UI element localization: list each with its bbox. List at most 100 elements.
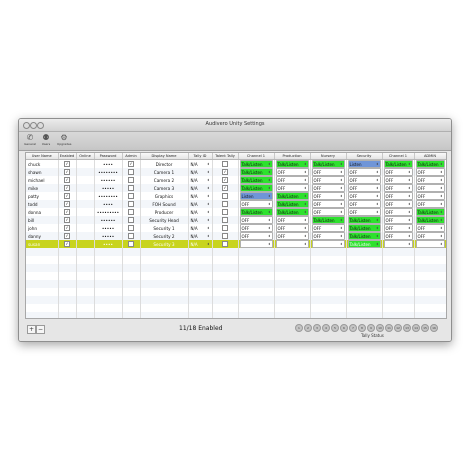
channel-permission-popup[interactable]: OFF ⬍ — [415, 176, 445, 184]
talent-tally-checkbox[interactable] — [222, 233, 228, 239]
password-cell[interactable]: ••••• — [94, 232, 123, 240]
enabled-checkbox[interactable]: ✓ — [64, 233, 70, 239]
channel-permission-popup[interactable]: Talk/Listen ⬍ — [239, 176, 273, 184]
display-name-cell[interactable]: Producer — [140, 208, 189, 216]
password-cell[interactable]: •••••••• — [94, 192, 123, 200]
channel-permission-popup[interactable]: Talk/Listen ⬍ — [347, 216, 381, 224]
tally-id-popup[interactable]: N/A ⬍ — [190, 177, 211, 183]
enabled-checkbox[interactable]: ✓ — [64, 209, 70, 215]
channel-permission-popup[interactable]: OFF ⬍ — [239, 240, 273, 248]
channel-permission-popup[interactable]: Talk/Listen ⬍ — [239, 184, 273, 192]
channel-permission-popup[interactable]: OFF ⬍ — [275, 216, 309, 224]
password-cell[interactable]: ••••••••• — [94, 208, 123, 216]
password-cell[interactable]: •••••• — [94, 216, 123, 224]
channel-permission-popup[interactable]: OFF ⬍ — [415, 200, 445, 208]
channel-permission-popup[interactable]: OFF ⬍ — [275, 232, 309, 240]
enabled-checkbox[interactable]: ✓ — [64, 225, 70, 231]
channel-permission-popup[interactable]: OFF ⬍ — [383, 168, 413, 176]
channel-permission-popup[interactable]: OFF ⬍ — [415, 184, 445, 192]
channel-permission-popup[interactable]: OFF ⬍ — [383, 208, 413, 216]
password-cell[interactable]: ••••• — [94, 184, 123, 192]
tally-id-popup[interactable]: N/A ⬍ — [190, 225, 211, 231]
table-row[interactable]: donna ✓ ••••••••• Producer N/A ⬍ Talk/Listen ⬍ T… — [26, 208, 446, 216]
channel-permission-popup[interactable]: OFF ⬍ — [415, 232, 445, 240]
enabled-checkbox[interactable]: ✓ — [64, 241, 70, 247]
channel-permission-popup[interactable]: OFF ⬍ — [311, 192, 345, 200]
channel-permission-popup[interactable]: Talk/Listen ⬍ — [311, 216, 345, 224]
user-name-cell[interactable]: chuck — [26, 159, 59, 168]
user-name-cell[interactable]: patty — [26, 192, 59, 200]
display-name-cell[interactable]: Camera 2 — [140, 176, 189, 184]
talent-tally-checkbox[interactable] — [222, 193, 228, 199]
admin-checkbox[interactable] — [128, 225, 134, 231]
password-cell[interactable]: •••• — [94, 240, 123, 248]
tally-id-popup[interactable]: N/A ⬍ — [190, 209, 211, 215]
tally-id-popup[interactable]: N/A ⬍ — [190, 169, 211, 175]
channel-permission-popup[interactable]: OFF ⬍ — [383, 176, 413, 184]
table-row[interactable]: todd ✓ •••• FOH Sound N/A ⬍ OFF ⬍ Talk/Listen ⬍ OF… — [26, 200, 446, 208]
channel-permission-popup[interactable]: OFF ⬍ — [347, 176, 381, 184]
talent-tally-checkbox[interactable] — [222, 241, 228, 247]
user-name-cell[interactable]: michael — [26, 176, 59, 184]
channel-permission-popup[interactable]: OFF ⬍ — [311, 224, 345, 232]
admin-checkbox[interactable] — [128, 201, 134, 207]
channel-permission-popup[interactable]: OFF ⬍ — [415, 240, 445, 248]
display-name-cell[interactable]: FOH Sound — [140, 200, 189, 208]
channel-permission-popup[interactable]: OFF ⬍ — [383, 200, 413, 208]
channel-permission-popup[interactable]: OFF ⬍ — [239, 200, 273, 208]
channel-permission-popup[interactable]: OFF ⬍ — [383, 184, 413, 192]
talent-tally-checkbox[interactable] — [222, 209, 228, 215]
channel-permission-popup[interactable]: Talk/Listen ⬍ — [275, 192, 309, 200]
display-name-cell[interactable]: Director — [140, 159, 189, 168]
table-row[interactable]: patty ✓ •••••••• Graphics N/A ⬍ Listen ⬍ Talk/Li… — [26, 192, 446, 200]
user-name-cell[interactable]: danny — [26, 232, 59, 240]
channel-permission-popup[interactable]: OFF ⬍ — [311, 184, 345, 192]
channel-permission-popup[interactable]: OFF ⬍ — [383, 224, 413, 232]
channel-permission-popup[interactable]: Talk/Listen ⬍ — [415, 216, 445, 224]
tally-id-popup[interactable]: N/A ⬍ — [190, 233, 211, 239]
admin-checkbox[interactable] — [128, 177, 134, 183]
channel-permission-popup[interactable]: OFF ⬍ — [311, 240, 345, 248]
tally-id-popup[interactable]: N/A ⬍ — [190, 201, 211, 207]
toolbar-users-button[interactable]: ⚉ Users — [39, 133, 53, 149]
enabled-checkbox[interactable]: ✓ — [64, 177, 70, 183]
table-row[interactable]: michael ✓ •••••• Camera 2 N/A ⬍ ✓ Talk/Listen ⬍ O… — [26, 176, 446, 184]
enabled-checkbox[interactable]: ✓ — [64, 201, 70, 207]
channel-permission-popup[interactable]: Talk/Listen ⬍ — [383, 160, 413, 168]
channel-permission-popup[interactable]: OFF ⬍ — [347, 168, 381, 176]
channel-permission-popup[interactable]: OFF ⬍ — [239, 232, 273, 240]
display-name-cell[interactable]: Camera 3 — [140, 184, 189, 192]
add-user-button[interactable]: + — [27, 325, 36, 334]
channel-permission-popup[interactable]: Talk/Listen ⬍ — [415, 160, 445, 168]
user-name-cell[interactable]: shawn — [26, 168, 59, 176]
tally-id-popup[interactable]: N/A ⬍ — [190, 217, 211, 223]
channel-permission-popup[interactable]: OFF ⬍ — [275, 240, 309, 248]
talent-tally-checkbox[interactable] — [222, 225, 228, 231]
table-row[interactable]: shawn ✓ •••••••• Camera 1 N/A ⬍ ✓ Talk/Listen ⬍ O… — [26, 168, 446, 176]
user-name-cell[interactable]: donna — [26, 208, 59, 216]
channel-permission-popup[interactable]: OFF ⬍ — [311, 200, 345, 208]
channel-permission-popup[interactable]: OFF ⬍ — [347, 208, 381, 216]
channel-permission-popup[interactable]: Talk/Listen ⬍ — [311, 160, 345, 168]
channel-permission-popup[interactable]: OFF ⬍ — [347, 184, 381, 192]
channel-permission-popup[interactable]: OFF ⬍ — [383, 192, 413, 200]
channel-permission-popup[interactable]: OFF ⬍ — [239, 216, 273, 224]
channel-permission-popup[interactable]: Talk/Listen ⬍ — [275, 160, 309, 168]
user-name-cell[interactable]: mike — [26, 184, 59, 192]
table-row[interactable]: bill ✓ •••••• Security Head N/A ⬍ OFF ⬍ OFF ⬍ Talk… — [26, 216, 446, 224]
admin-checkbox[interactable] — [128, 193, 134, 199]
channel-permission-popup[interactable]: OFF ⬍ — [311, 168, 345, 176]
talent-tally-checkbox[interactable]: ✓ — [222, 185, 228, 191]
channel-permission-popup[interactable]: OFF ⬍ — [275, 184, 309, 192]
channel-permission-popup[interactable]: Talk/Listen ⬍ — [239, 208, 273, 216]
channel-permission-popup[interactable]: Talk/Listen ⬍ — [275, 200, 309, 208]
tally-id-popup[interactable]: N/A ⬍ — [190, 241, 211, 247]
admin-checkbox[interactable] — [128, 241, 134, 247]
channel-permission-popup[interactable]: Listen ⬍ — [347, 160, 381, 168]
user-name-cell[interactable]: bill — [26, 216, 59, 224]
talent-tally-checkbox[interactable]: ✓ — [222, 177, 228, 183]
user-name-cell[interactable]: john — [26, 224, 59, 232]
channel-permission-popup[interactable]: OFF ⬍ — [311, 176, 345, 184]
channel-permission-popup[interactable]: Listen ⬍ — [239, 192, 273, 200]
toolbar-upgrades-button[interactable]: ⚙ Upgrades — [57, 133, 71, 149]
